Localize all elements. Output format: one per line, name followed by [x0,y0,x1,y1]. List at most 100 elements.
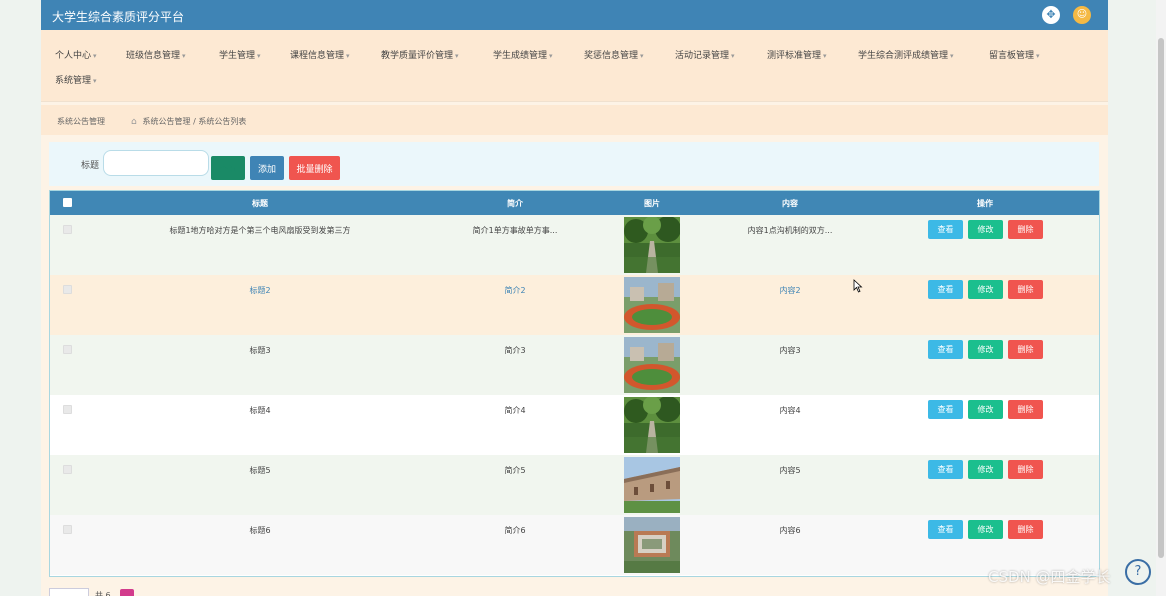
nav-item-activity[interactable]: 活动记录管理 ▾ [675,48,735,61]
delete-button[interactable]: 删除 [1008,520,1043,539]
delete-button[interactable]: 删除 [1008,400,1043,419]
chevron-down-icon: ▾ [731,52,735,60]
row-title: 标题1地方哈对方是个第三个电风扇版受到发第三方 [169,226,351,235]
row-intro: 简介2 [504,286,526,295]
col-content-header[interactable]: 内容 [750,198,830,209]
row-image[interactable] [624,217,680,273]
row-intro: 简介5 [504,466,526,475]
page-title: 系统公告管理 [57,117,105,126]
row-checkbox[interactable] [63,225,72,234]
row-content: 内容5 [779,466,801,475]
row-intro: 简介1单方事故单方事... [472,226,558,235]
table-header: 标题 简介 图片 内容 操作 [50,191,1099,215]
search-bar: 标题 查询 添加 批量删除 [49,142,1099,186]
col-title-header[interactable]: 标题 [220,198,300,209]
row-checkbox[interactable] [63,525,72,534]
main-nav: 个人中心 ▾ 班级信息管理 ▾ 学生管理 ▾ 课程信息管理 ▾ 教学质量评价管理 ▾ 学生… [41,30,1108,102]
nav-item-system[interactable]: 系统管理 ▾ [55,73,97,86]
current-page-button[interactable] [120,589,134,596]
row-title: 标题4 [249,406,271,415]
nav-item-comprehensive-score[interactable]: 学生综合测评成绩管理 ▾ [858,48,954,61]
row-content: 内容4 [779,406,801,415]
table-row[interactable]: 标题2 简介2 内容2 查看 修改 删除 [50,275,1099,335]
user-avatar-icon[interactable]: ☺ [1073,6,1091,24]
breadcrumb: 系统公告管理 ⌂ 系统公告管理 / 系统公告列表 [41,105,1108,135]
chevron-down-icon: ▾ [346,52,350,60]
delete-button[interactable]: 删除 [1008,220,1043,239]
row-content: 内容3 [779,346,801,355]
row-title: 标题5 [249,466,271,475]
nav-item-class[interactable]: 班级信息管理 ▾ [126,48,186,61]
nav-item-reward[interactable]: 奖惩信息管理 ▾ [584,48,644,61]
nav-item-guestbook[interactable]: 留言板管理 ▾ [989,48,1040,61]
chevron-down-icon: ▾ [640,52,644,60]
view-button[interactable]: 查看 [928,460,963,479]
row-image[interactable] [624,457,680,513]
col-intro-header: 简介 [507,199,523,208]
row-content: 内容2 [779,286,801,295]
row-image[interactable] [624,337,680,393]
table-row[interactable]: 标题5 简介5 内容5 查看 修改 删除 [50,455,1099,515]
view-button[interactable]: 查看 [928,400,963,419]
row-image[interactable] [624,397,680,453]
fullscreen-icon[interactable]: ✥ [1042,6,1060,24]
edit-button[interactable]: 修改 [968,460,1003,479]
row-checkbox[interactable] [63,345,72,354]
table-row[interactable]: 标题1地方哈对方是个第三个电风扇版受到发第三方 简介1单方事故单方事... 内容1点… [50,215,1099,275]
view-button[interactable]: 查看 [928,340,963,359]
watermark: CSDN @四金学长 [988,568,1111,586]
pagination: 共 6 [49,582,249,596]
row-title: 标题2 [249,286,271,295]
row-image[interactable] [624,277,680,333]
chevron-down-icon: ▾ [455,52,459,60]
row-title: 标题6 [249,526,271,535]
select-all-checkbox[interactable] [63,198,72,207]
nav-item-student[interactable]: 学生管理 ▾ [219,48,261,61]
scrollbar-thumb[interactable] [1158,38,1164,558]
edit-button[interactable]: 修改 [968,520,1003,539]
row-intro: 简介4 [504,406,526,415]
row-image[interactable] [624,517,680,573]
app-frame: 大学生综合素质评分平台 ✥ ☺ 个人中心 ▾ 班级信息管理 ▾ 学生管理 ▾ 课程信息… [41,0,1108,596]
nav-item-score[interactable]: 学生成绩管理 ▾ [493,48,553,61]
search-label: 标题 [81,161,100,171]
row-content: 内容1点沟机制的双方... [747,226,833,235]
row-checkbox[interactable] [63,465,72,474]
row-intro: 简介6 [504,526,526,535]
col-actions-header: 操作 [977,199,993,208]
row-checkbox[interactable] [63,285,72,294]
row-checkbox[interactable] [63,405,72,414]
chevron-down-icon: ▾ [93,77,97,85]
table-row[interactable]: 标题4 简介4 内容4 查看 修改 删除 [50,395,1099,455]
batch-delete-button[interactable]: 批量删除 [289,156,340,180]
page-size-select[interactable] [49,588,89,596]
pager-total: 共 6 [95,591,111,596]
nav-item-personal[interactable]: 个人中心 ▾ [55,48,97,61]
edit-button[interactable]: 修改 [968,340,1003,359]
edit-button[interactable]: 修改 [968,280,1003,299]
view-button[interactable]: 查看 [928,520,963,539]
delete-button[interactable]: 删除 [1008,340,1043,359]
view-button[interactable]: 查看 [928,220,963,239]
table-row[interactable]: 标题6 简介6 内容6 查看 修改 删除 [50,515,1099,575]
search-button[interactable]: 查询 [211,156,245,180]
add-button[interactable]: 添加 [250,156,284,180]
nav-item-teaching-eval[interactable]: 教学质量评价管理 ▾ [381,48,459,61]
row-title: 标题3 [249,346,271,355]
view-button[interactable]: 查看 [928,280,963,299]
title-search-input[interactable] [103,150,209,176]
delete-button[interactable]: 删除 [1008,460,1043,479]
floating-logo-icon[interactable]: ? [1125,559,1151,585]
scrollbar[interactable] [1156,0,1166,596]
home-icon[interactable]: ⌂ [131,117,140,127]
edit-button[interactable]: 修改 [968,220,1003,239]
delete-button[interactable]: 删除 [1008,280,1043,299]
nav-item-standard[interactable]: 测评标准管理 ▾ [767,48,827,61]
breadcrumb-path[interactable]: ⌂ 系统公告管理 / 系统公告列表 [131,116,246,127]
chevron-down-icon: ▾ [182,52,186,60]
chevron-down-icon: ▾ [823,52,827,60]
edit-button[interactable]: 修改 [968,400,1003,419]
table-row[interactable]: 标题3 简介3 内容3 查看 修改 删除 [50,335,1099,395]
chevron-down-icon: ▾ [549,52,553,60]
nav-item-course[interactable]: 课程信息管理 ▾ [290,48,350,61]
